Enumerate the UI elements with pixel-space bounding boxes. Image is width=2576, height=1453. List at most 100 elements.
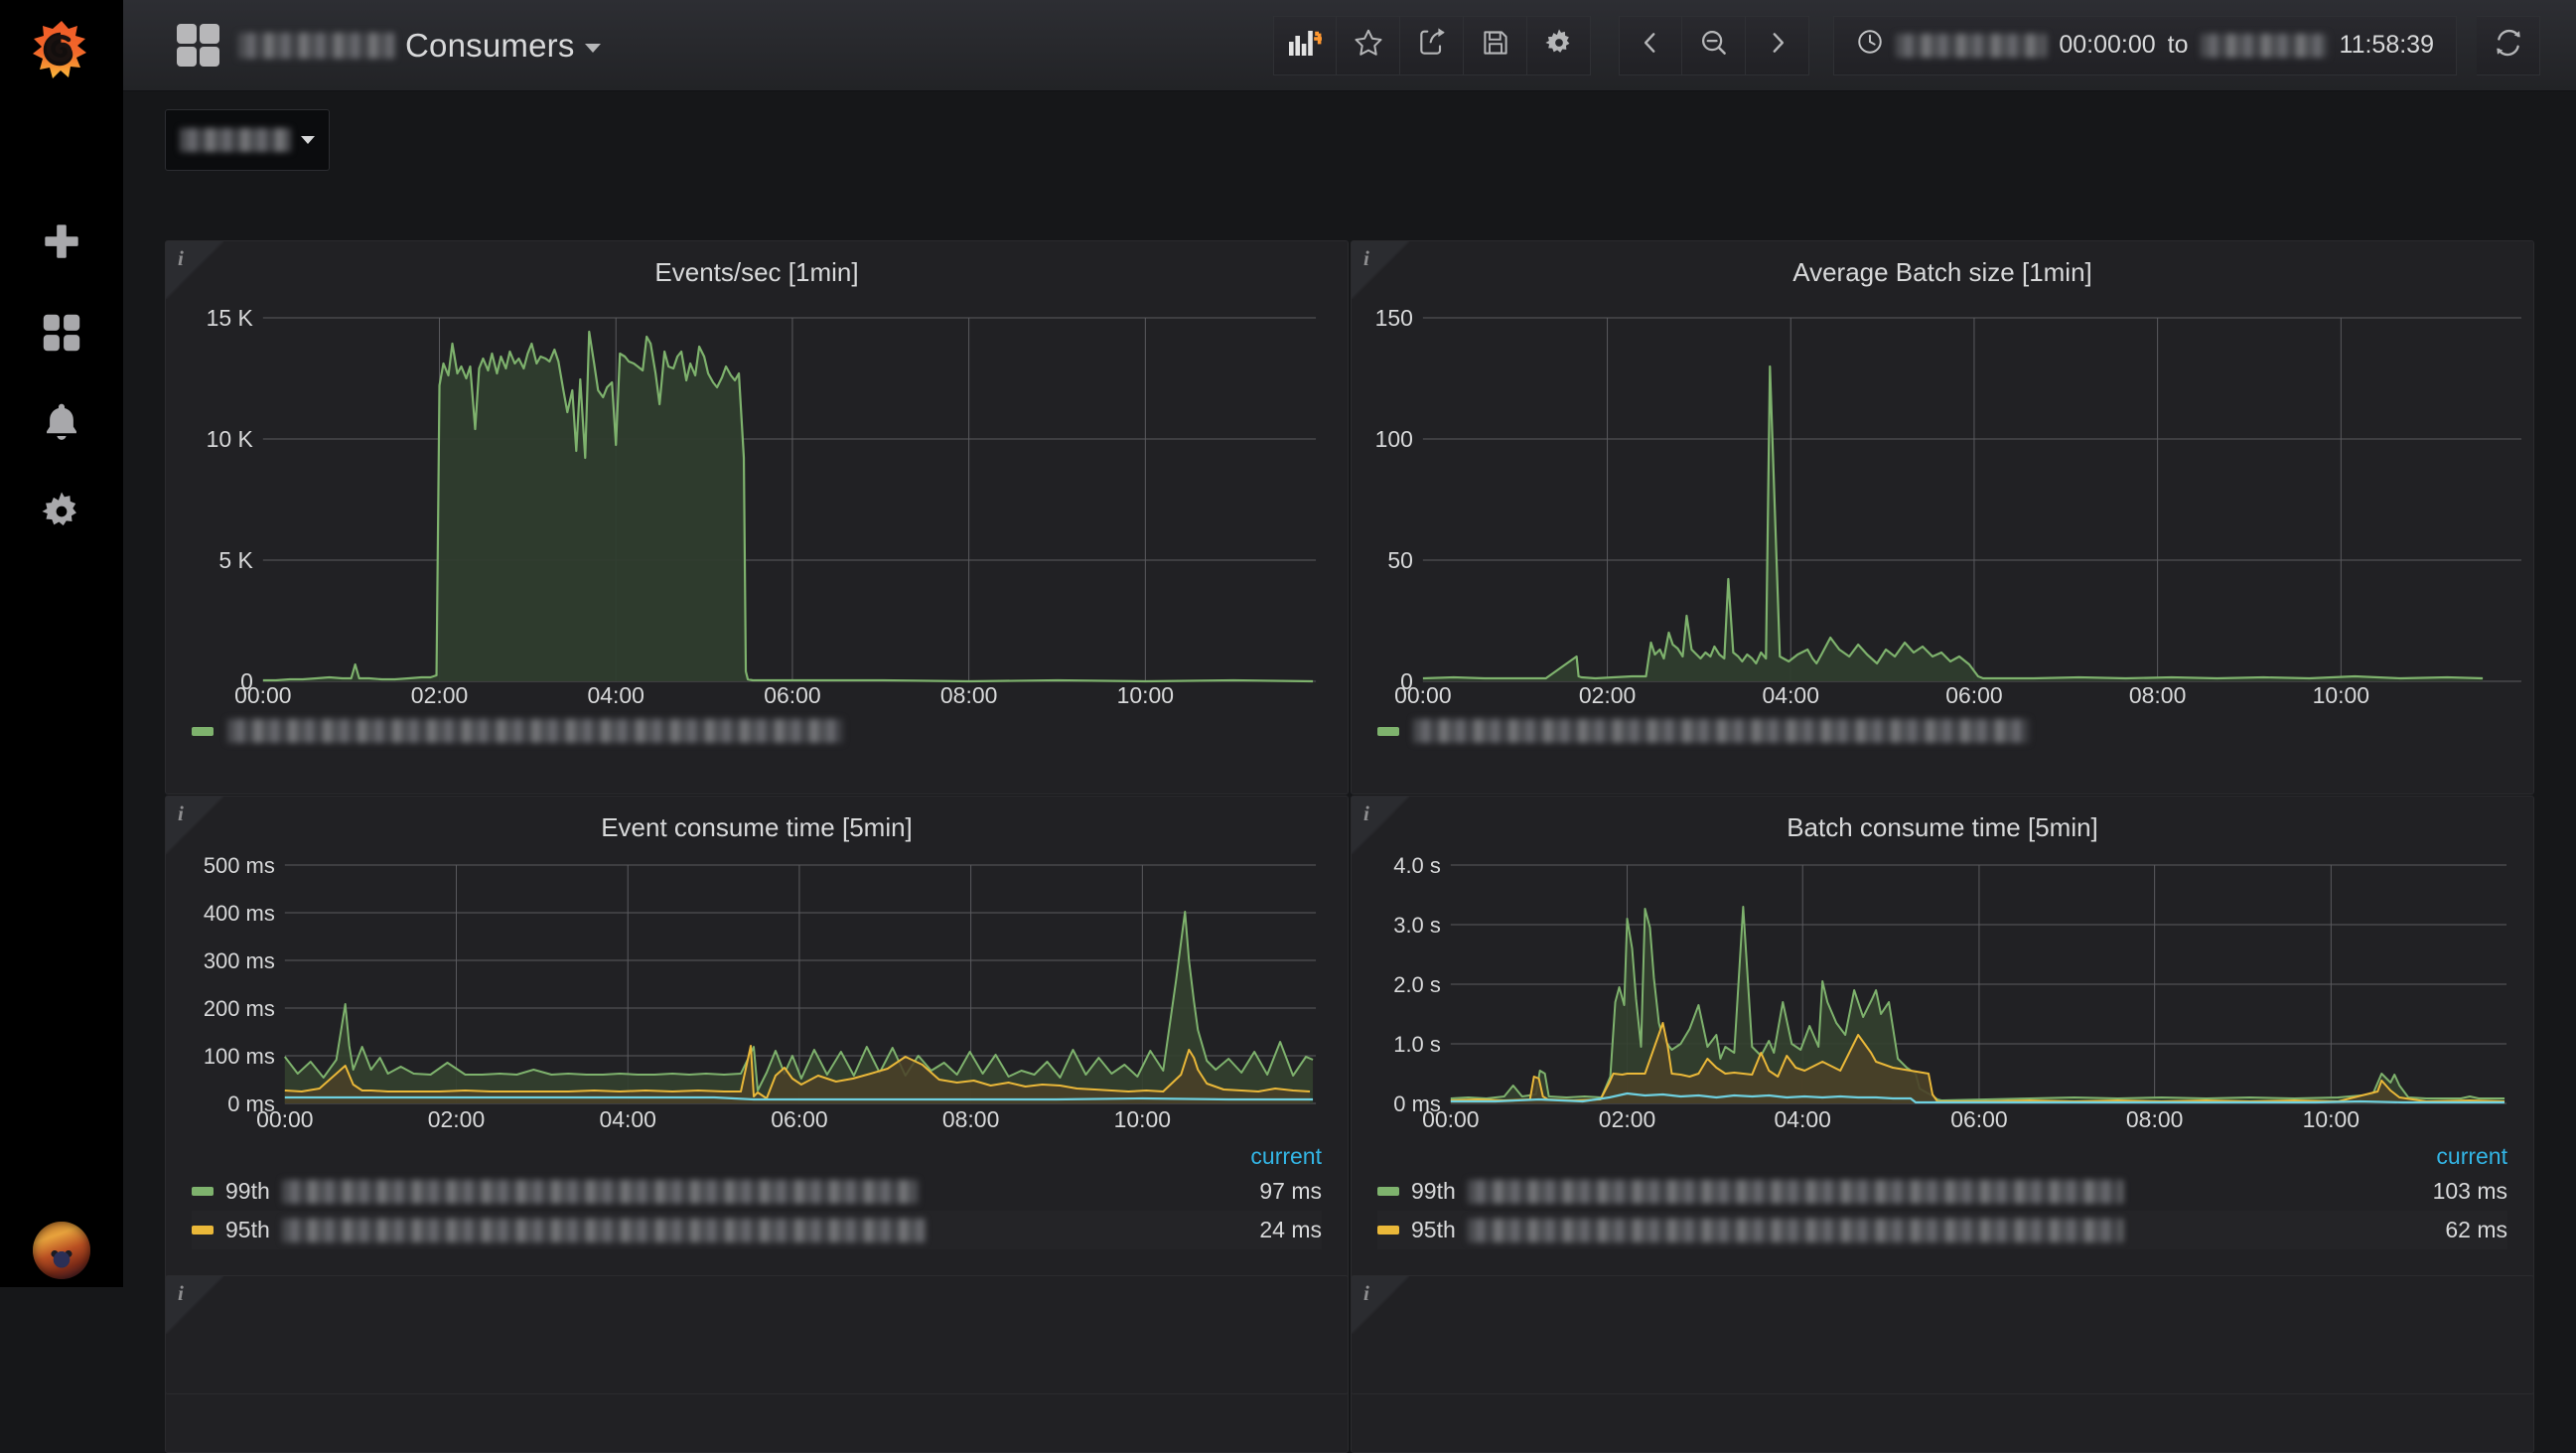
panel-legend[interactable]: current 99th 97 ms 95th 24 ms bbox=[166, 1137, 1348, 1249]
dashboard-grid-icon[interactable] bbox=[175, 23, 220, 69]
svg-text:10:00: 10:00 bbox=[1114, 1106, 1171, 1131]
legend-color-swatch bbox=[192, 1226, 214, 1235]
mark-favorite-button[interactable] bbox=[1337, 15, 1401, 75]
panel-title[interactable]: Batch consume time [5min] bbox=[1352, 797, 2533, 843]
panel-legend[interactable] bbox=[166, 705, 1348, 743]
sidebar-item-create[interactable] bbox=[0, 199, 123, 288]
svg-text:00:00: 00:00 bbox=[234, 682, 291, 705]
info-icon[interactable]: i bbox=[1363, 801, 1369, 826]
svg-text:02:00: 02:00 bbox=[428, 1106, 485, 1131]
y-axis-labels: 15 K 10 K 5 K 0 bbox=[207, 305, 254, 694]
sidebar bbox=[0, 0, 123, 1287]
legend-row[interactable]: 99th 97 ms bbox=[192, 1172, 1322, 1211]
legend-row[interactable]: 95th 62 ms bbox=[1377, 1211, 2507, 1249]
refresh-button[interactable] bbox=[2477, 15, 2540, 75]
panel-events-per-sec[interactable]: i Events/sec [1min] 15 K 10 K 5 K 0 00:0… bbox=[165, 240, 1349, 795]
panel-legend[interactable] bbox=[1352, 705, 2533, 743]
share-icon bbox=[1416, 27, 1448, 64]
legend-series-cell[interactable]: 99th bbox=[192, 1172, 1221, 1211]
page-title[interactable]: Consumers bbox=[238, 27, 601, 65]
panel-average-batch-size[interactable]: i Average Batch size [1min] 150 100 50 0… bbox=[1351, 240, 2534, 795]
svg-text:150: 150 bbox=[1375, 305, 1413, 331]
svg-text:02:00: 02:00 bbox=[1599, 1106, 1655, 1131]
refresh-icon bbox=[2494, 28, 2523, 63]
legend-header-spacer bbox=[1377, 1137, 2404, 1172]
svg-text:08:00: 08:00 bbox=[942, 1106, 999, 1131]
time-back-button[interactable] bbox=[1619, 15, 1683, 75]
legend-series-label-redacted bbox=[1413, 719, 2029, 743]
svg-text:10:00: 10:00 bbox=[2303, 1106, 2360, 1131]
save-dashboard-button[interactable] bbox=[1464, 15, 1528, 75]
graph-svg: 15 K 10 K 5 K 0 00:00 02:00 04:00 06:00 … bbox=[207, 305, 1317, 705]
zoom-out-button[interactable] bbox=[1682, 15, 1747, 75]
svg-text:4.0 s: 4.0 s bbox=[1393, 853, 1441, 878]
dashboard-settings-button[interactable] bbox=[1527, 15, 1592, 75]
time-forward-button[interactable] bbox=[1746, 15, 1810, 75]
legend-series-cell[interactable]: 95th bbox=[192, 1211, 1222, 1249]
graph-event-consume-time[interactable]: 500 ms 400 ms 300 ms 200 ms 100 ms 0 ms … bbox=[166, 843, 1348, 1131]
series-fill-95th bbox=[1450, 1023, 2505, 1103]
sidebar-item-configuration[interactable] bbox=[0, 467, 123, 556]
time-range-picker[interactable]: 00:00:00 to 11:58:39 bbox=[1833, 15, 2457, 75]
panel-next-row-right-partial[interactable]: i bbox=[1351, 1275, 2534, 1394]
legend-current-value: 103 ms bbox=[2432, 1178, 2507, 1204]
info-icon[interactable]: i bbox=[178, 246, 184, 271]
share-dashboard-button[interactable] bbox=[1400, 15, 1465, 75]
svg-text:08:00: 08:00 bbox=[2129, 682, 2186, 705]
avatar[interactable] bbox=[33, 1222, 90, 1279]
legend-color-swatch bbox=[1377, 1187, 1399, 1196]
graph-batch-consume-time[interactable]: 4.0 s 3.0 s 2.0 s 1.0 s 0 ms 00:00 02:00… bbox=[1352, 843, 2533, 1131]
legend-series-cell[interactable]: 99th bbox=[1377, 1172, 2404, 1211]
legend-row[interactable]: 95th 24 ms bbox=[192, 1211, 1322, 1249]
series-line-events bbox=[262, 330, 1314, 683]
panel-title[interactable]: Event consume time [5min] bbox=[166, 797, 1348, 843]
series-line-99th bbox=[1450, 906, 2505, 1101]
dashboard-submenu bbox=[123, 91, 2576, 175]
sidebar-item-dashboards[interactable] bbox=[0, 288, 123, 377]
svg-text:06:00: 06:00 bbox=[764, 682, 820, 705]
svg-text:300 ms: 300 ms bbox=[204, 948, 275, 973]
legend-series-label-redacted bbox=[1467, 1179, 2123, 1204]
navbar-right: 00:00:00 to 11:58:39 bbox=[1273, 15, 2576, 75]
y-axis-labels: 150 100 50 0 bbox=[1375, 305, 1413, 694]
legend-series-label-redacted bbox=[227, 719, 843, 743]
star-icon bbox=[1353, 27, 1384, 64]
legend-series-label-redacted bbox=[281, 1179, 918, 1204]
svg-text:02:00: 02:00 bbox=[1579, 682, 1636, 705]
info-icon[interactable]: i bbox=[1363, 246, 1369, 271]
sidebar-item-alerting[interactable] bbox=[0, 377, 123, 467]
graph-events-per-sec[interactable]: 15 K 10 K 5 K 0 00:00 02:00 04:00 06:00 … bbox=[166, 288, 1348, 705]
info-icon[interactable]: i bbox=[178, 1281, 184, 1306]
legend-header-spacer bbox=[192, 1137, 1221, 1172]
legend-header-current: current bbox=[2436, 1143, 2507, 1169]
legend-color-swatch bbox=[192, 1187, 214, 1196]
legend-row[interactable]: 99th 103 ms bbox=[1377, 1172, 2507, 1211]
gridlines bbox=[262, 317, 1317, 682]
svg-text:10 K: 10 K bbox=[207, 426, 254, 452]
panel-title[interactable]: Events/sec [1min] bbox=[166, 241, 1348, 288]
legend-color-swatch bbox=[1377, 1226, 1399, 1235]
clock-icon bbox=[1856, 28, 1884, 63]
panel-title[interactable]: Average Batch size [1min] bbox=[1352, 241, 2533, 288]
legend-percentile-label: 95th bbox=[1411, 1217, 1456, 1242]
graph-average-batch-size[interactable]: 150 100 50 0 00:00 02:00 04:00 06:00 08:… bbox=[1352, 288, 2533, 705]
panel-next-row-left-partial[interactable]: i bbox=[165, 1275, 1349, 1394]
add-panel-button[interactable] bbox=[1273, 15, 1338, 75]
grid-icon bbox=[39, 310, 84, 356]
info-icon[interactable]: i bbox=[178, 801, 184, 826]
legend-percentile-label: 99th bbox=[225, 1178, 270, 1204]
navbar-action-buttons bbox=[1273, 15, 1592, 75]
info-icon[interactable]: i bbox=[1363, 1281, 1369, 1306]
svg-text:00:00: 00:00 bbox=[1394, 682, 1451, 705]
graph-svg: 150 100 50 0 00:00 02:00 04:00 06:00 08:… bbox=[1375, 305, 2522, 705]
grafana-logo-icon[interactable] bbox=[0, 0, 123, 104]
svg-text:15 K: 15 K bbox=[207, 305, 254, 331]
svg-text:08:00: 08:00 bbox=[2126, 1106, 2183, 1131]
panel-legend[interactable]: current 99th 103 ms 95th 62 ms bbox=[1352, 1137, 2533, 1249]
template-variable-dropdown[interactable] bbox=[165, 109, 330, 171]
time-from-value: 00:00:00 bbox=[2059, 31, 2156, 59]
time-to-date-redacted bbox=[2200, 33, 2328, 58]
legend-table: current 99th 103 ms 95th 62 ms bbox=[1377, 1137, 2507, 1249]
sidebar-avatar-wrap[interactable] bbox=[0, 1222, 123, 1279]
legend-series-cell[interactable]: 95th bbox=[1377, 1211, 2405, 1249]
